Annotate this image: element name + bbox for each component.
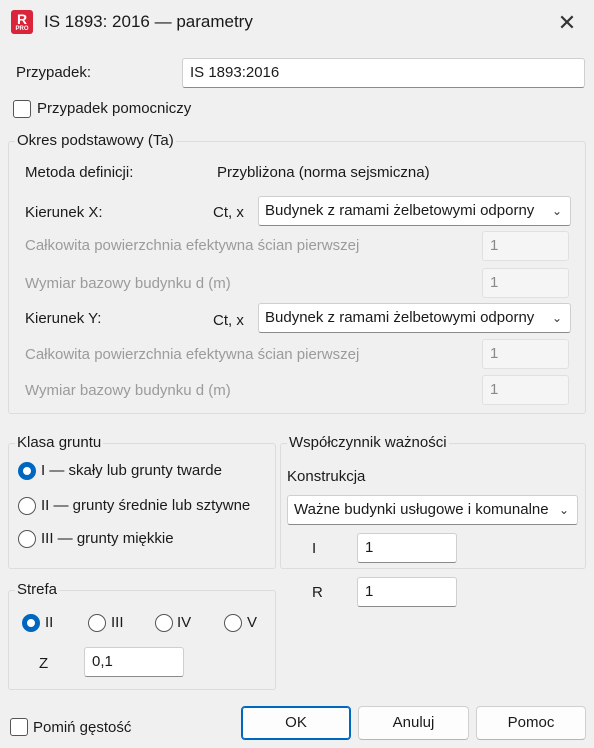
soil-option-i-label: I — skały lub grunty twarde [41, 462, 222, 479]
aux-case-checkbox[interactable] [13, 100, 31, 118]
importance-legend: Współczynnik ważności [287, 434, 449, 451]
zone-option-iii-label: III [111, 614, 124, 631]
case-input[interactable]: IS 1893:2016 [182, 58, 585, 88]
skip-density-checkbox[interactable] [10, 718, 28, 736]
x-area-label: Całkowita powierzchnia efektywna ścian p… [25, 237, 360, 254]
construction-label: Konstrukcja [287, 468, 366, 485]
y-dim-input[interactable]: 1 [482, 375, 569, 405]
cancel-button[interactable]: Anuluj [358, 706, 469, 740]
zone-option-iv-label: IV [177, 614, 192, 631]
robot-app-icon: R PRO [11, 10, 33, 34]
soil-option-iii-label: III — grunty miękkie [41, 530, 174, 547]
zone-legend: Strefa [15, 581, 60, 598]
soil-option-ii-label: II — grunty średnie lub sztywne [41, 497, 251, 514]
ct-x-combo[interactable]: Budynek z ramami żelbetowymi odporny ⌄ [258, 196, 571, 226]
method-label: Metoda definicji: [25, 164, 134, 181]
direction-y-label: Kierunek Y: [25, 310, 102, 327]
zone-radio-iv[interactable] [155, 614, 173, 632]
soil-radio-ii[interactable] [18, 497, 36, 515]
x-dim-label: Wymiar bazowy budynku d (m) [25, 275, 231, 292]
method-value: Przybliżona (norma sejsmiczna) [217, 164, 430, 181]
close-button[interactable]: ✕ [552, 8, 582, 38]
y-area-label: Całkowita powierzchnia efektywna ścian p… [25, 346, 360, 363]
x-area-input[interactable]: 1 [482, 231, 569, 261]
period-legend: Okres podstawowy (Ta) [15, 132, 176, 149]
chevron-down-icon: ⌄ [551, 311, 562, 325]
importance-i-input[interactable]: 1 [357, 533, 457, 563]
ct-y-label: Ct, x [213, 312, 244, 329]
chevron-down-icon: ⌄ [558, 503, 569, 517]
direction-x-label: Kierunek X: [25, 204, 103, 221]
ct-x-label: Ct, x [213, 204, 244, 221]
soil-radio-iii[interactable] [18, 530, 36, 548]
zone-z-label: Z [39, 655, 49, 672]
ok-button[interactable]: OK [241, 706, 351, 740]
construction-combo[interactable]: Ważne budynki usługowe i komunalne ⌄ [287, 495, 578, 525]
zone-option-v-label: V [247, 614, 258, 631]
importance-r-label: R [312, 584, 323, 601]
zone-z-input[interactable]: 0,1 [84, 647, 184, 677]
zone-option-ii-label: II [45, 614, 54, 631]
aux-case-label: Przypadek pomocniczy [37, 100, 192, 117]
case-label: Przypadek: [16, 64, 92, 81]
importance-i-label: I [312, 540, 317, 557]
help-button[interactable]: Pomoc [476, 706, 586, 740]
x-dim-input[interactable]: 1 [482, 268, 569, 298]
y-dim-label: Wymiar bazowy budynku d (m) [25, 382, 231, 399]
zone-radio-ii[interactable] [22, 614, 40, 632]
soil-legend: Klasa gruntu [15, 434, 104, 451]
soil-radio-i[interactable] [18, 462, 36, 480]
zone-radio-iii[interactable] [88, 614, 106, 632]
ct-y-combo[interactable]: Budynek z ramami żelbetowymi odporny ⌄ [258, 303, 571, 333]
close-icon: ✕ [557, 10, 577, 35]
skip-density-label: Pomiń gęstość [33, 719, 132, 736]
y-area-input[interactable]: 1 [482, 339, 569, 369]
window-title: IS 1893: 2016 — parametry [44, 12, 253, 31]
zone-radio-v[interactable] [224, 614, 242, 632]
chevron-down-icon: ⌄ [551, 204, 562, 218]
title-bar: R PRO IS 1893: 2016 — parametry ✕ [0, 0, 594, 46]
importance-r-input[interactable]: 1 [357, 577, 457, 607]
